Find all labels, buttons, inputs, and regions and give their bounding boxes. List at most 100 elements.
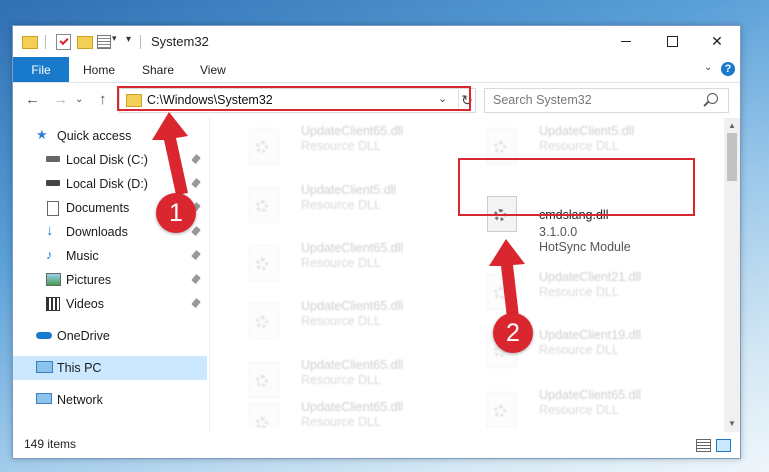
dll-file-icon bbox=[249, 362, 279, 398]
file-description: HotSync Module bbox=[539, 240, 631, 254]
file-description: Resource DLL bbox=[301, 373, 381, 387]
drive-icon bbox=[46, 180, 60, 186]
file-description: Resource DLL bbox=[301, 314, 381, 328]
cloud-icon bbox=[36, 332, 52, 339]
tab-file[interactable]: File bbox=[13, 57, 69, 82]
gear-icon bbox=[494, 287, 506, 299]
download-icon: ↓ bbox=[46, 222, 54, 239]
search-input[interactable]: Search System32 bbox=[484, 88, 729, 113]
file-name: UpdateClient5.dll bbox=[539, 124, 635, 138]
scroll-up-icon[interactable]: ▲ bbox=[724, 118, 740, 134]
file-description: Resource DLL bbox=[539, 343, 619, 357]
file-name: UpdateClient65.dll bbox=[301, 241, 404, 255]
sidebar-item-onedrive[interactable]: OneDrive bbox=[13, 324, 207, 348]
sidebar-item-pictures[interactable]: Pictures bbox=[13, 268, 207, 292]
file-description: Resource DLL bbox=[301, 198, 381, 212]
help-icon[interactable]: ? bbox=[721, 62, 735, 76]
file-name: UpdateClient65.dll bbox=[301, 358, 404, 372]
sidebar-item-label: Quick access bbox=[57, 129, 132, 143]
explorer-window: ▾ ▾ System32 ✕ File Home Share View ⌄ ? … bbox=[12, 25, 741, 459]
maximize-icon bbox=[666, 36, 678, 47]
file-item[interactable]: UpdateClient65.dll Resource DLL bbox=[231, 120, 466, 170]
documents-icon bbox=[47, 201, 59, 216]
sidebar-item-label: Local Disk (C:) bbox=[66, 153, 148, 167]
sidebar-item-network[interactable]: Network bbox=[13, 388, 207, 412]
details-view-icon[interactable] bbox=[696, 439, 711, 452]
maximize-button[interactable] bbox=[649, 26, 695, 57]
tab-view[interactable]: View bbox=[200, 63, 226, 77]
computer-icon bbox=[36, 361, 53, 373]
gear-icon bbox=[256, 200, 268, 212]
vertical-scrollbar[interactable]: ▲ ▼ bbox=[724, 118, 740, 432]
file-name: UpdateClient65.dll bbox=[301, 400, 404, 414]
sidebar-item-label: Pictures bbox=[66, 273, 112, 287]
dll-file-icon bbox=[487, 392, 517, 428]
network-icon bbox=[36, 393, 52, 404]
step-1-badge: 1 bbox=[156, 193, 196, 233]
item-count: 149 items bbox=[24, 437, 77, 451]
file-description: Resource DLL bbox=[301, 415, 381, 428]
pin-icon[interactable] bbox=[191, 274, 201, 284]
back-arrow-icon[interactable]: ← bbox=[25, 91, 40, 108]
scroll-thumb[interactable] bbox=[727, 133, 737, 181]
file-item[interactable]: UpdateClient65.dll Resource DLL bbox=[231, 396, 466, 428]
gear-icon bbox=[256, 316, 268, 328]
window-title: System32 bbox=[151, 34, 209, 49]
file-item[interactable]: UpdateClient65.dll Resource DLL bbox=[231, 237, 466, 287]
close-button[interactable]: ✕ bbox=[694, 26, 740, 57]
tab-home[interactable]: Home bbox=[83, 63, 115, 77]
tab-share[interactable]: Share bbox=[142, 63, 174, 77]
scroll-down-icon[interactable]: ▼ bbox=[724, 416, 740, 432]
chevron-down-icon[interactable]: ▾ bbox=[112, 33, 117, 44]
gear-icon bbox=[494, 405, 506, 417]
sidebar-item-label: Documents bbox=[66, 201, 130, 215]
file-description: Resource DLL bbox=[539, 285, 619, 299]
file-item[interactable]: UpdateClient5.dll Resource DLL bbox=[231, 179, 466, 229]
address-highlight-box bbox=[117, 86, 471, 111]
sidebar-item-label: Music bbox=[66, 249, 99, 263]
customize-toolbar-icon[interactable]: ▾ bbox=[126, 34, 131, 45]
up-arrow-icon[interactable]: ↑ bbox=[99, 91, 107, 108]
pin-icon[interactable] bbox=[191, 226, 201, 236]
new-folder-icon[interactable] bbox=[77, 36, 93, 49]
file-item[interactable]: UpdateClient21.dll Resource DLL bbox=[469, 266, 704, 316]
file-version: 3.1.0.0 bbox=[539, 225, 578, 239]
large-icons-view-icon[interactable] bbox=[716, 439, 731, 452]
search-icon[interactable] bbox=[707, 93, 718, 104]
pin-icon[interactable] bbox=[191, 250, 201, 260]
sidebar-item-music[interactable]: ♪ Music bbox=[13, 244, 207, 268]
pane-divider bbox=[209, 118, 210, 432]
sidebar-item-quick-access[interactable]: ★ Quick access bbox=[13, 124, 207, 148]
file-name: UpdateClient65.dll bbox=[539, 388, 642, 402]
sidebar-item-label: Downloads bbox=[66, 225, 128, 239]
pin-icon[interactable] bbox=[191, 178, 201, 188]
dll-file-icon bbox=[249, 245, 279, 281]
status-bar: 149 items bbox=[13, 432, 740, 458]
file-item[interactable]: UpdateClient65.dll Resource DLL bbox=[231, 295, 466, 345]
title-bar: ▾ ▾ System32 ✕ bbox=[13, 26, 740, 57]
forward-arrow-icon[interactable]: → bbox=[53, 91, 68, 108]
file-description: Resource DLL bbox=[539, 403, 619, 417]
file-name: UpdateClient21.dll bbox=[539, 270, 642, 284]
file-item[interactable]: UpdateClient65.dll Resource DLL bbox=[469, 384, 704, 428]
properties-check-icon[interactable] bbox=[56, 34, 71, 50]
pin-icon[interactable] bbox=[191, 154, 201, 164]
file-description: Resource DLL bbox=[301, 139, 381, 153]
sidebar-item-label: Network bbox=[57, 393, 103, 407]
toolbar-divider bbox=[140, 35, 141, 49]
music-icon: ♪ bbox=[46, 247, 53, 262]
ribbon-tabs: File Home Share View ⌄ ? bbox=[13, 57, 740, 83]
star-icon: ★ bbox=[36, 127, 48, 142]
dll-file-icon bbox=[487, 274, 517, 310]
step-2-badge: 2 bbox=[493, 313, 533, 353]
pin-icon[interactable] bbox=[191, 298, 201, 308]
sidebar-item-this-pc[interactable]: This PC bbox=[13, 356, 207, 380]
sidebar-item-videos[interactable]: Videos bbox=[13, 292, 207, 316]
sidebar-item-local-disk-c[interactable]: Local Disk (C:) bbox=[13, 148, 207, 172]
expand-ribbon-icon[interactable]: ⌄ bbox=[704, 62, 712, 73]
recent-locations-icon[interactable]: ⌄ bbox=[75, 94, 83, 105]
view-options-icon[interactable] bbox=[97, 35, 111, 49]
minimize-icon bbox=[621, 41, 631, 42]
minimize-button[interactable] bbox=[603, 26, 649, 57]
videos-icon bbox=[46, 297, 60, 311]
